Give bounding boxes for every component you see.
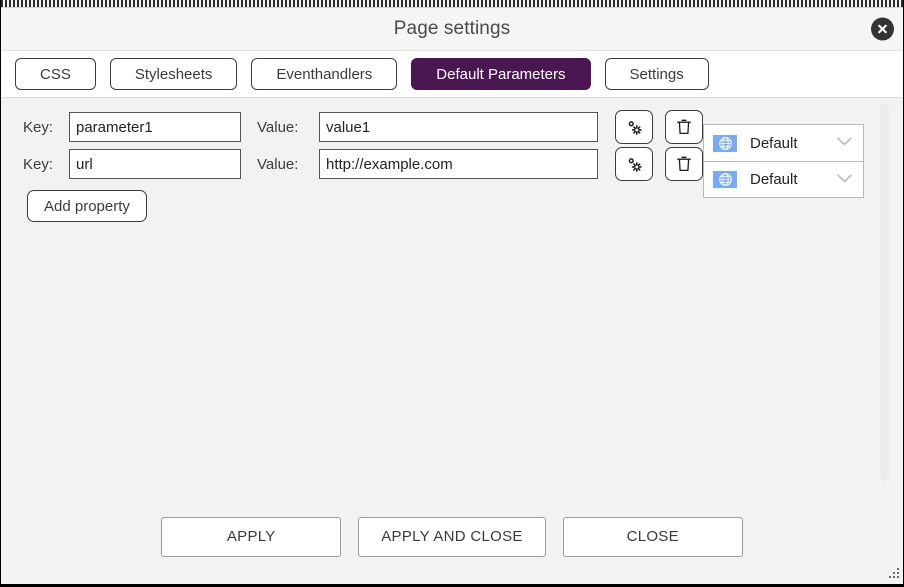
key-input[interactable] — [69, 112, 241, 142]
value-input[interactable] — [319, 112, 598, 142]
window-drag-strip[interactable] — [1, 0, 903, 8]
tab-label: Eventhandlers — [276, 65, 373, 83]
cogs-icon[interactable] — [615, 147, 653, 181]
dialog-titlebar: Page settings — [1, 8, 903, 51]
tab-bar: CSS Stylesheets Eventhandlers Default Pa… — [1, 51, 903, 98]
trash-icon[interactable] — [665, 147, 703, 181]
tab-label: Default Parameters — [436, 65, 566, 83]
language-dropdown-label: Default — [750, 134, 798, 152]
tab-label: Settings — [629, 65, 684, 83]
tab-css[interactable]: CSS — [15, 58, 96, 90]
resize-grip-icon[interactable] — [887, 567, 900, 580]
key-label: Key: — [23, 118, 54, 136]
dialog-footer: APPLY APPLY AND CLOSE CLOSE — [1, 489, 903, 584]
chevron-down-icon — [836, 171, 853, 189]
tab-stylesheets[interactable]: Stylesheets — [109, 58, 238, 90]
cogs-icon[interactable] — [615, 110, 653, 144]
language-dropdown-label: Default — [750, 171, 798, 188]
page-settings-dialog: Page settings CSS Stylesheets Eventhandl… — [0, 0, 904, 587]
language-dropdown-stack: Default Default — [703, 124, 864, 198]
property-rows: Key: Value: — [1, 110, 903, 198]
tab-eventhandlers[interactable]: Eventhandlers — [251, 58, 398, 90]
tab-label: CSS — [40, 65, 71, 83]
value-label: Value: — [257, 118, 299, 136]
value-input[interactable] — [319, 149, 598, 179]
globe-flag-icon — [713, 134, 737, 152]
language-dropdown[interactable]: Default — [704, 161, 863, 197]
apply-and-close-button[interactable]: APPLY AND CLOSE — [358, 516, 546, 557]
globe-flag-icon — [713, 171, 737, 188]
close-button[interactable]: CLOSE — [562, 516, 743, 557]
key-input[interactable] — [69, 149, 241, 179]
chevron-down-icon — [836, 134, 853, 152]
key-label: Key: — [23, 155, 54, 173]
page-title: Page settings — [393, 18, 511, 39]
language-dropdown[interactable]: Default — [704, 125, 863, 161]
tab-default-parameters[interactable]: Default Parameters — [411, 58, 591, 90]
close-circle-icon[interactable] — [871, 17, 894, 41]
trash-icon[interactable] — [665, 110, 703, 144]
apply-button[interactable]: APPLY — [161, 516, 342, 557]
add-property-button[interactable]: Add property — [27, 190, 147, 222]
tab-label: Stylesheets — [134, 65, 213, 83]
tab-settings[interactable]: Settings — [604, 58, 709, 90]
vertical-scrollbar[interactable] — [880, 104, 889, 481]
default-parameters-panel: Key: Value: — [1, 98, 903, 489]
value-label: Value: — [257, 155, 299, 173]
